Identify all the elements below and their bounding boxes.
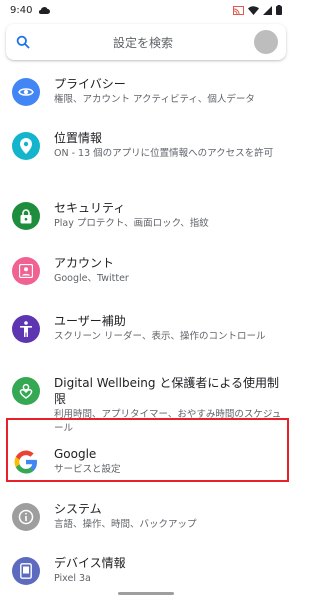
location-pin-icon [12, 132, 40, 160]
info-icon [12, 503, 40, 531]
settings-item-title: プライバシー [54, 77, 126, 91]
accessibility-icon [12, 315, 40, 343]
status-bar: 9:40 [0, 0, 292, 20]
settings-item-subtitle: Pixel 3a [54, 573, 91, 584]
settings-item-subtitle: スクリーン リーダー、表示、操作のコントロール [54, 331, 266, 342]
lock-icon [12, 202, 40, 230]
settings-item-device-info[interactable]: デバイス情報 Pixel 3a [0, 555, 292, 586]
device-phone-icon [12, 557, 40, 585]
settings-item-title: Digital Wellbeing と保護者による使用制限 [54, 376, 279, 406]
privacy-eye-icon [12, 78, 40, 106]
settings-item-accessibility[interactable]: ユーザー補助 スクリーン リーダー、表示、操作のコントロール [0, 313, 292, 344]
settings-item-title: ユーザー補助 [54, 314, 126, 328]
battery-icon [276, 5, 282, 15]
settings-item-location[interactable]: 位置情報 ON - 13 個のアプリに位置情報へのアクセスを許可 [0, 130, 292, 161]
gesture-nav-handle[interactable] [118, 592, 174, 595]
cloud-icon [38, 6, 51, 15]
settings-item-subtitle: 言語、操作、時間、バックアップ [54, 519, 197, 530]
highlight-box [6, 418, 289, 482]
signal-icon [263, 5, 272, 15]
settings-item-title: 位置情報 [54, 131, 103, 145]
avatar[interactable] [254, 30, 278, 54]
wellbeing-heart-icon [12, 377, 40, 405]
status-left: 9:40 [10, 4, 51, 16]
search-icon [14, 33, 32, 51]
settings-item-subtitle: Play プロテクト、画面ロック、指紋 [54, 218, 209, 229]
settings-item-subtitle: ON - 13 個のアプリに位置情報へのアクセスを許可 [54, 148, 274, 159]
settings-item-subtitle: Google、Twitter [54, 273, 129, 284]
settings-item-security[interactable]: セキュリティ Play プロテクト、画面ロック、指紋 [0, 200, 292, 231]
settings-item-subtitle: 権限、アカウント アクティビティ、個人データ [54, 94, 255, 105]
status-right [233, 5, 282, 15]
search-bar[interactable]: 設定を検索 [6, 24, 286, 60]
account-icon [12, 257, 40, 285]
settings-item-system[interactable]: システム 言語、操作、時間、バックアップ [0, 501, 292, 532]
search-placeholder[interactable]: 設定を検索 [32, 34, 254, 51]
settings-item-privacy[interactable]: プライバシー 権限、アカウント アクティビティ、個人データ [0, 76, 292, 107]
settings-item-title: アカウント [54, 256, 115, 270]
settings-item-title: セキュリティ [54, 201, 126, 215]
wifi-icon [248, 5, 259, 15]
settings-item-account[interactable]: アカウント Google、Twitter [0, 255, 292, 286]
settings-item-title: システム [54, 502, 102, 516]
status-time: 9:40 [10, 4, 33, 16]
settings-item-title: デバイス情報 [54, 556, 126, 570]
cast-icon [233, 5, 244, 15]
